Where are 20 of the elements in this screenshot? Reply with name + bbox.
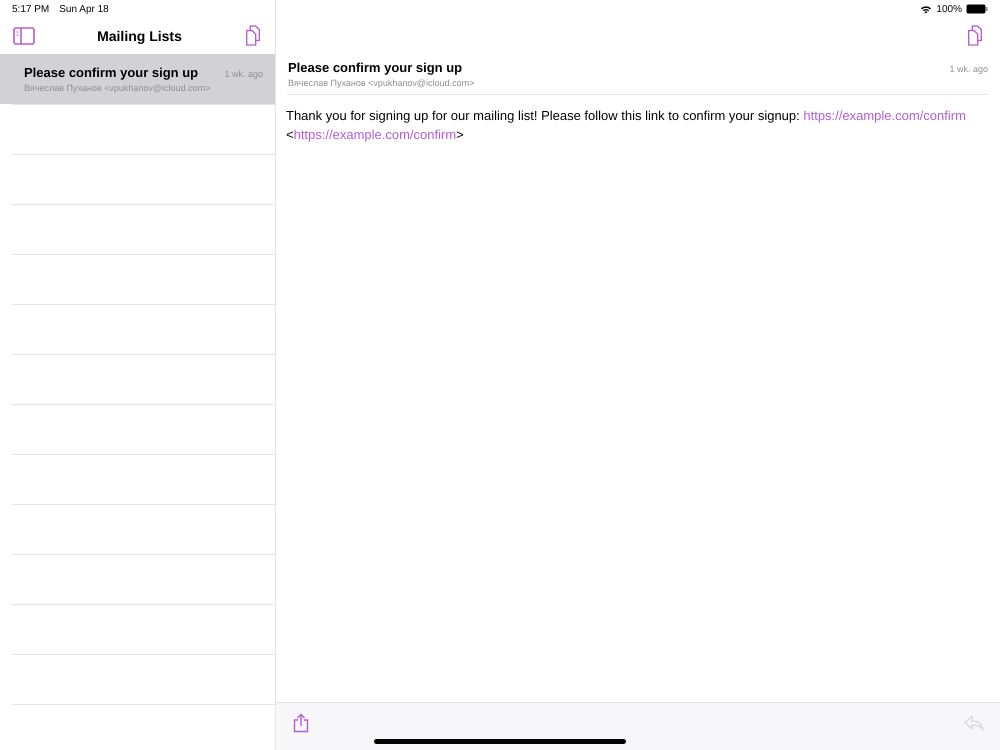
status-time: 5:17 PM — [12, 4, 50, 14]
documents-icon[interactable] — [244, 25, 262, 47]
sidebar-icon[interactable] — [13, 27, 35, 45]
battery-icon — [966, 4, 988, 14]
sidebar-title: Mailing Lists — [97, 28, 182, 44]
item-sender: Вячеслав Пуханов <vpukhanov@icloud.com> — [24, 83, 212, 93]
message-sender: Вячеслав Пуханов <vpukhanov@icloud.com> — [288, 78, 476, 88]
message-time: 1 wk. ago — [949, 64, 988, 74]
wifi-icon — [920, 4, 932, 14]
item-subject: Please confirm your sign up — [24, 65, 198, 80]
link[interactable]: https://example.com/confirm — [803, 108, 966, 123]
documents-icon[interactable] — [966, 25, 984, 47]
message-body: Thank you for signing up for our mailing list! Please follow this link to confirm your signup: https://example.com/confirm <https://example.com/confirm> — [285, 107, 967, 144]
battery-percentage: 100% — [936, 4, 962, 14]
message-list-item[interactable]: Please confirm your sign up 1 wk. ago Вячеслав Пуханов <vpukhanov@icloud.com> — [0, 54, 275, 104]
item-time: 1 wk. ago — [224, 69, 263, 79]
status-date: Sun Apr 18 — [59, 4, 109, 14]
message-subject: Please confirm your sign up — [288, 60, 462, 75]
share-icon[interactable] — [293, 712, 309, 732]
link[interactable]: https://example.com/confirm — [294, 127, 456, 142]
